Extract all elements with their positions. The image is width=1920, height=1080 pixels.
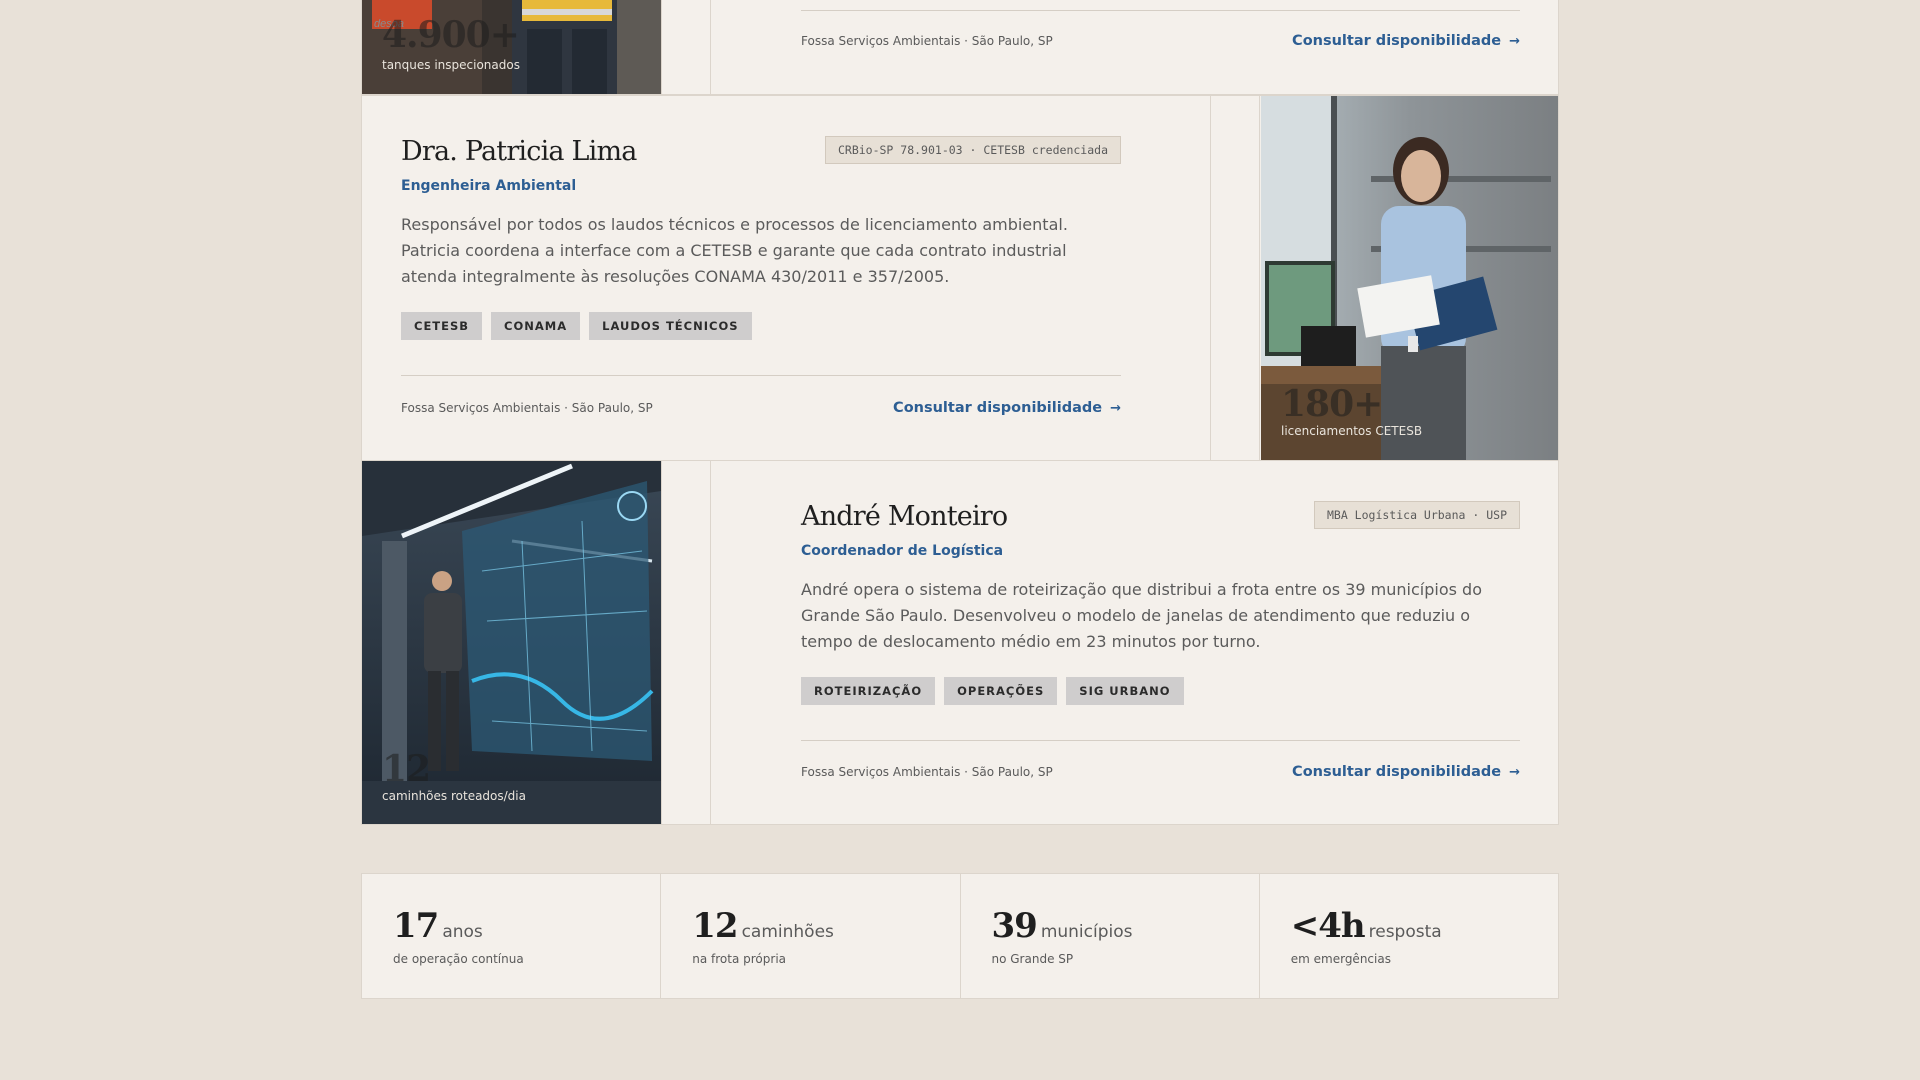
- stat-value: <4h: [1290, 906, 1366, 946]
- stat-unit: caminhões: [741, 922, 834, 942]
- card-divider: [801, 740, 1520, 741]
- team-card-patricia: Dra. Patricia Lima CRBio-SP 78.901-03 · …: [361, 95, 1559, 461]
- photo-patricia: 180+ licenciamentos CETESB: [1261, 96, 1558, 460]
- card-gutter: [661, 0, 711, 94]
- tag: OPERAÇÕES: [944, 677, 1058, 705]
- company-stats-bar: 17 anos de operação contínua 12 caminhões …: [361, 873, 1559, 999]
- stat-unit: resposta: [1368, 922, 1442, 942]
- arrow-right-icon: →: [1110, 400, 1121, 416]
- member-role: Coordenador de Logística: [801, 543, 1004, 559]
- photo-stat-label: tanques inspecionados: [382, 58, 520, 72]
- stat-trucks: 12 caminhões na frota própria: [661, 874, 961, 998]
- card-content: Fossa Serviços Ambientais · São Paulo, S…: [801, 0, 1520, 94]
- availability-link-label: Consultar disponibilidade: [893, 400, 1103, 416]
- photo-inspector: desoa 4.900+ tanques inspecionados: [362, 0, 661, 94]
- stat-value: 12: [692, 906, 738, 946]
- availability-link-label: Consultar disponibilidade: [1292, 33, 1502, 49]
- stat-municipalities: 39 municípios no Grande SP: [961, 874, 1260, 998]
- availability-link-label: Consultar disponibilidade: [1292, 764, 1502, 780]
- card-divider: [401, 375, 1121, 376]
- team-card-partial: desoa 4.900+ tanques inspecionados Fossa…: [361, 0, 1559, 95]
- stat-caption: na frota própria: [692, 952, 786, 966]
- stat-response: <4h resposta em emergências: [1260, 874, 1558, 998]
- stat-caption: de operação contínua: [393, 952, 524, 966]
- tag: SIG URBANO: [1066, 677, 1184, 705]
- stat-caption: no Grande SP: [991, 952, 1074, 966]
- credential-badge: MBA Logística Urbana · USP: [1313, 501, 1520, 529]
- card-divider: [801, 10, 1520, 11]
- availability-link[interactable]: Consultar disponibilidade →: [893, 400, 1121, 416]
- stat-unit: municípios: [1040, 922, 1133, 942]
- stat-caption: em emergências: [1290, 952, 1391, 966]
- card-gutter: [1210, 96, 1260, 460]
- team-card-andre: 12 caminhões roteados/dia André Monteiro…: [361, 460, 1559, 825]
- card-content: André Monteiro MBA Logística Urbana · US…: [801, 501, 1520, 824]
- member-description: Responsável por todos os laudos técnicos…: [401, 215, 1068, 286]
- arrow-right-icon: →: [1509, 33, 1520, 49]
- photo-stat-value: 12: [382, 748, 431, 790]
- photo-stat-label: licenciamentos CETESB: [1281, 424, 1423, 438]
- stat-unit: anos: [442, 922, 483, 942]
- stat-value: 17: [393, 906, 439, 946]
- member-role: Engenheira Ambiental: [401, 178, 577, 194]
- tag-list: CETESB CONAMA LAUDOS TÉCNICOS: [401, 312, 1121, 340]
- photo-stat-value: 4.900+: [382, 14, 520, 56]
- tag: ROTEIRIZAÇÃO: [801, 677, 936, 705]
- stat-value: 39: [991, 906, 1038, 946]
- stat-years: 17 anos de operação contínua: [362, 874, 662, 998]
- photo-stat-label: caminhões roteados/dia: [382, 789, 526, 803]
- photo-andre: 12 caminhões roteados/dia: [362, 461, 661, 824]
- credential-badge: CRBio-SP 78.901-03 · CETESB credenciada: [824, 136, 1121, 164]
- tag: CONAMA: [491, 312, 581, 340]
- availability-link[interactable]: Consultar disponibilidade →: [1292, 764, 1520, 780]
- tag: CETESB: [401, 312, 483, 340]
- company-location: Fossa Serviços Ambientais · São Paulo, S…: [801, 765, 1053, 779]
- member-description: André opera o sistema de roteirização qu…: [801, 580, 1482, 651]
- card-footer: Fossa Serviços Ambientais · São Paulo, S…: [801, 764, 1520, 780]
- photo-stat-value: 180+: [1281, 383, 1383, 425]
- card-gutter: [661, 461, 711, 824]
- arrow-right-icon: →: [1509, 764, 1520, 780]
- company-location: Fossa Serviços Ambientais · São Paulo, S…: [801, 34, 1053, 48]
- tag-list: ROTEIRIZAÇÃO OPERAÇÕES SIG URBANO: [801, 677, 1520, 705]
- card-footer: Fossa Serviços Ambientais · São Paulo, S…: [801, 33, 1520, 49]
- card-content: Dra. Patricia Lima CRBio-SP 78.901-03 · …: [401, 136, 1121, 460]
- availability-link[interactable]: Consultar disponibilidade →: [1292, 33, 1520, 49]
- tag: LAUDOS TÉCNICOS: [589, 312, 752, 340]
- card-footer: Fossa Serviços Ambientais · São Paulo, S…: [401, 400, 1121, 416]
- company-location: Fossa Serviços Ambientais · São Paulo, S…: [401, 401, 653, 415]
